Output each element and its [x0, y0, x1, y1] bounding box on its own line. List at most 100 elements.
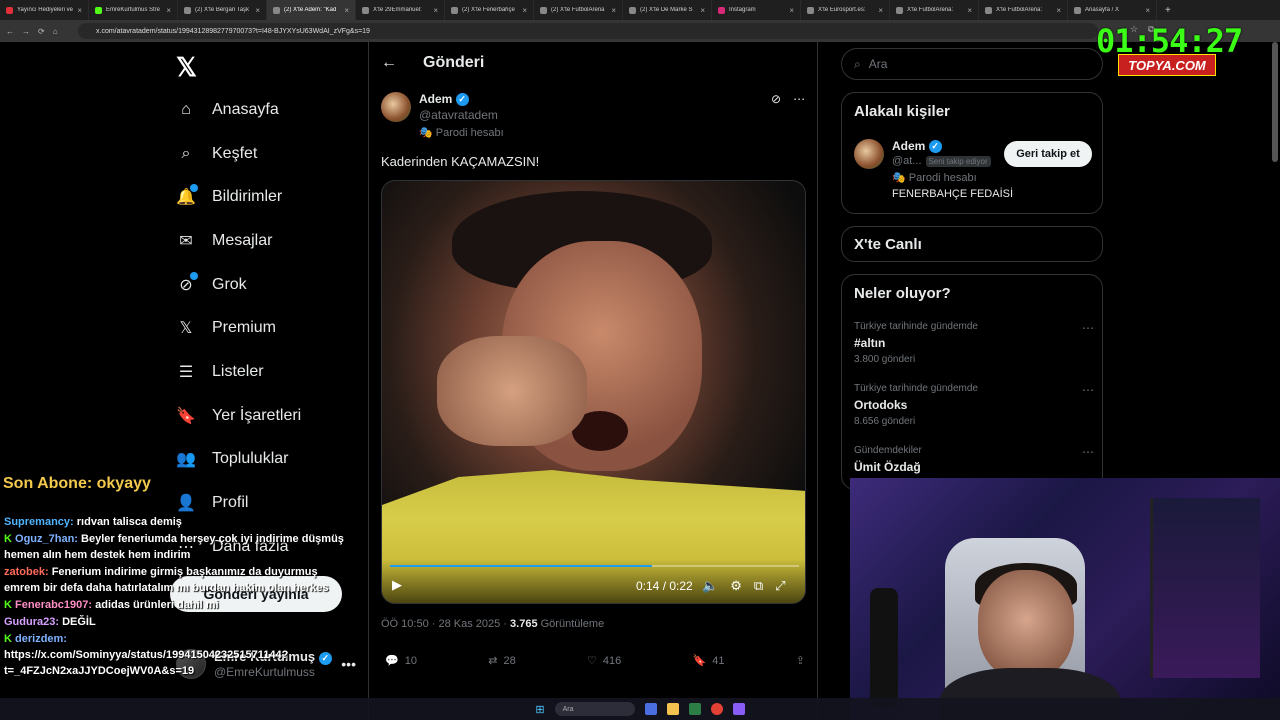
sidebar-item-premium[interactable]: 𝕏 Premium — [176, 306, 301, 350]
close-icon[interactable]: × — [255, 6, 260, 15]
browser-tab[interactable]: (2) X'te Fenerbahçe × — [445, 0, 534, 20]
close-icon[interactable]: × — [611, 6, 616, 15]
browser-tab[interactable]: (2) X'te FutbolArena × — [534, 0, 623, 20]
search-input[interactable]: ⌕ Ara — [841, 48, 1103, 80]
browser-tab[interactable]: X'te 29Emmanuel: × — [356, 0, 445, 20]
sidebar-item-yer-i̇şaretleri[interactable]: 🔖 Yer İşaretleri — [176, 394, 301, 438]
trend-category: Türkiye tarihinde gündemde — [854, 321, 978, 332]
browser-tab[interactable]: X'te FutbolArena: × — [979, 0, 1068, 20]
repost-button[interactable]: ⇄ 28 — [488, 654, 515, 668]
taskbar-search[interactable]: Ara — [554, 702, 635, 716]
url-text: x.com/atavratadem/status/199431289827797… — [96, 27, 370, 35]
tab-title: (2) X'te FutbolArena — [551, 7, 605, 13]
browser-tab[interactable]: EmreKurtulmus Stre × — [89, 0, 178, 20]
search-icon: ⌕ — [854, 56, 861, 71]
tweet-video[interactable]: ▶ 0:14 / 0:22 🔈 ⚙ ⧉ ⤢ — [381, 180, 806, 604]
trend-item[interactable]: Türkiye tarihinde gündemde #altın 3.800 gö… — [854, 321, 1094, 365]
chat-username: Gudura23: — [4, 616, 60, 628]
tab-favicon-icon — [807, 6, 814, 14]
sidebar-item-label: Grok — [212, 275, 247, 293]
reply-button[interactable]: 💬 10 — [385, 654, 417, 668]
taskview-icon[interactable] — [644, 703, 657, 715]
back-arrow-icon[interactable]: ← — [381, 54, 397, 72]
browser-tab[interactable]: X'te FutbolArena: × — [890, 0, 979, 20]
grok-icon: ⊘ — [176, 271, 198, 295]
close-icon[interactable]: × — [700, 6, 705, 15]
related-user[interactable]: Adem ✓ @at... Seni takip ediyor 🎭 Parodi … — [854, 139, 1013, 200]
video-progress-bar[interactable] — [390, 565, 799, 567]
x-logo[interactable]: 𝕏 — [176, 52, 197, 83]
browser-tab[interactable]: Instagram × — [712, 0, 801, 20]
more-icon[interactable]: ⋯ — [793, 92, 805, 106]
more-icon[interactable]: ⋯ — [1082, 321, 1094, 335]
browser-tab[interactable]: (2) X'te Adem: "Kad × — [267, 0, 356, 20]
url-field[interactable]: x.com/atavratadem/status/199431289827797… — [78, 23, 1098, 39]
share-button[interactable]: ⇪ — [796, 654, 805, 667]
related-user-name[interactable]: Adem — [892, 139, 925, 153]
scrollbar[interactable] — [1272, 42, 1278, 162]
avatar[interactable] — [854, 139, 884, 169]
close-icon[interactable]: × — [1145, 6, 1150, 15]
sidebar-item-mesajlar[interactable]: ✉ Mesajlar — [176, 219, 301, 263]
tweet-timestamp[interactable]: ÖÖ 10:50 · 28 Kas 2025 · — [381, 618, 510, 630]
author-handle[interactable]: @atavratadem — [419, 108, 504, 122]
trend-category: Gündemdekiler — [854, 445, 922, 456]
close-icon[interactable]: × — [433, 6, 438, 15]
browser-tab[interactable]: X'te Eurosport.es: × — [801, 0, 890, 20]
more-icon[interactable]: ⋯ — [1082, 445, 1094, 459]
store-icon[interactable] — [688, 703, 701, 715]
follows-you-chip: Seni takip ediyor — [925, 156, 991, 168]
tab-title: (2) X'te Adem: "Kad — [284, 7, 337, 13]
reload-icon[interactable]: ⟳ — [38, 27, 45, 36]
sidebar-item-topluluklar[interactable]: 👥 Topluluklar — [176, 438, 301, 482]
avatar[interactable] — [381, 92, 411, 122]
chat-username: derizdem: — [15, 633, 67, 645]
sidebar-item-label: Mesajlar — [212, 231, 273, 249]
new-tab-icon[interactable]: + — [1157, 5, 1179, 16]
follow-back-button[interactable]: Geri takip et — [1004, 141, 1092, 167]
close-icon[interactable]: × — [77, 6, 82, 15]
back-arrow-icon[interactable]: ← — [6, 27, 14, 36]
bookmark-button[interactable]: 🔖 41 — [693, 654, 725, 668]
live-panel[interactable]: X'te Canlı — [841, 226, 1103, 262]
forward-arrow-icon[interactable]: → — [22, 27, 30, 36]
settings-gear-icon[interactable]: ⚙ — [730, 578, 742, 594]
file-explorer-icon[interactable] — [666, 703, 679, 715]
fullscreen-icon[interactable]: ⤢ — [775, 578, 785, 594]
sidebar-item-keşfet[interactable]: ⌕ Keşfet — [176, 132, 301, 176]
browser-tab[interactable]: Yayıncı Hediyeleri ve × — [0, 0, 89, 20]
home-icon[interactable]: ⌂ — [53, 27, 58, 36]
close-icon[interactable]: × — [166, 6, 171, 15]
browser-tab[interactable]: Anasayfa / X × — [1068, 0, 1157, 20]
grok-icon[interactable]: ⊘ — [771, 92, 781, 106]
verified-icon: ✓ — [455, 93, 469, 107]
sidebar-item-anasayfa[interactable]: ⌂ Anasayfa — [176, 88, 301, 132]
windows-start-icon[interactable]: ⊞ — [535, 703, 544, 716]
close-icon[interactable]: × — [789, 6, 794, 15]
tab-favicon-icon — [718, 6, 725, 14]
close-icon[interactable]: × — [1056, 6, 1061, 15]
pip-icon[interactable]: ⧉ — [754, 578, 763, 594]
close-icon[interactable]: × — [522, 6, 527, 15]
chrome-icon[interactable] — [710, 703, 723, 715]
play-icon[interactable]: ▶ — [392, 577, 402, 593]
trend-item[interactable]: Gündemdekiler Ümit Özdağ ⋯ — [854, 445, 1094, 478]
sidebar-item-label: Yer İşaretleri — [212, 406, 302, 424]
sidebar-item-bildirimler[interactable]: 🔔 Bildirimler — [176, 175, 301, 219]
browser-tab[interactable]: (2) X'te De Marke S × — [623, 0, 712, 20]
sidebar-item-grok[interactable]: ⊘ Grok — [176, 263, 301, 307]
sidebar-item-listeler[interactable]: ☰ Listeler — [176, 350, 301, 394]
browser-tab[interactable]: (2) X'te Bergan Taşk × — [178, 0, 267, 20]
volume-icon[interactable]: 🔈 — [702, 578, 718, 594]
close-icon[interactable]: × — [967, 6, 972, 15]
author-name[interactable]: Adem — [419, 92, 452, 106]
sidebar-item-label: Anasayfa — [212, 100, 279, 118]
trend-item[interactable]: Türkiye tarihinde gündemde Ortodoks 8.656 … — [854, 383, 1094, 427]
tweet-author[interactable]: Adem ✓ @atavratadem 🎭 Parodi hesabı — [381, 92, 504, 139]
more-icon[interactable]: ⋯ — [1082, 383, 1094, 397]
app-icon[interactable] — [732, 703, 745, 715]
like-button[interactable]: ♡ 416 — [587, 654, 621, 668]
close-icon[interactable]: × — [344, 6, 349, 15]
verified-icon: ✓ — [928, 140, 942, 154]
close-icon[interactable]: × — [878, 6, 883, 15]
